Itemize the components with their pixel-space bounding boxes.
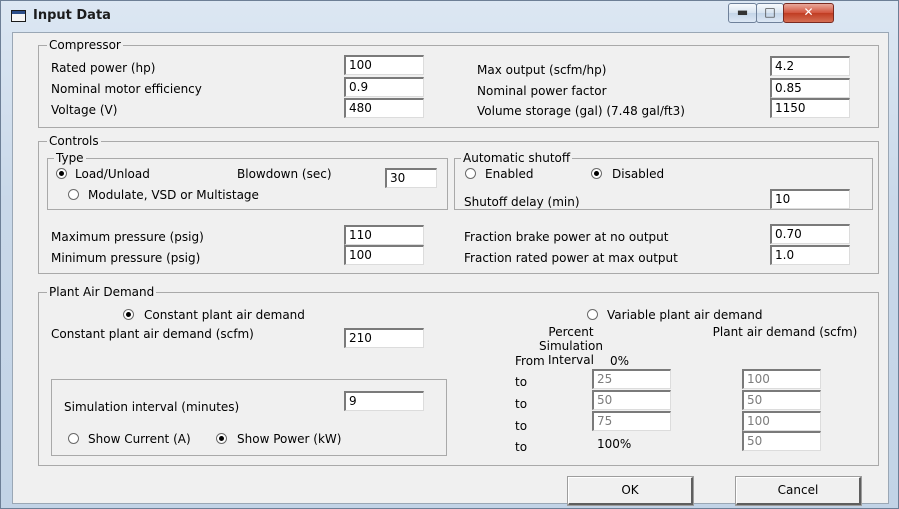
interval-row-1-label: to [515, 375, 528, 389]
shutoff-delay-label: Shutoff delay (min) [464, 195, 580, 209]
controls-group-label: Controls [47, 134, 101, 148]
constant-demand-label: Constant plant air demand (scfm) [51, 327, 254, 341]
interval-row-3-percent-field[interactable]: 75 [592, 411, 671, 431]
from-value: 0% [610, 354, 630, 368]
plant-air-demand-group-label: Plant Air Demand [47, 285, 157, 299]
auto-shutoff-subgroup-label: Automatic shutoff [461, 151, 573, 165]
interval-row-3-demand-field[interactable]: 100 [742, 411, 821, 431]
type-subgroup-label: Type [54, 151, 86, 165]
constant-demand-radio-label: Constant plant air demand [144, 308, 305, 322]
power-factor-field[interactable]: 0.85 [770, 78, 850, 98]
modulate-label: Modulate, VSD or Multistage [88, 188, 259, 202]
blowdown-field[interactable]: 30 [385, 168, 437, 188]
input-data-window: Input Data ▬ □ ✕ Compressor Rated power … [0, 0, 899, 509]
volume-storage-label: Volume storage (gal) (7.48 gal/ft3) [477, 104, 685, 118]
title-bar[interactable]: Input Data ▬ □ ✕ [1, 1, 898, 31]
show-power-radio[interactable] [216, 433, 227, 444]
window-app-icon [11, 10, 26, 22]
brake-power-label: Fraction brake power at no output [464, 230, 669, 244]
sim-interval-label: Simulation interval (minutes) [64, 400, 240, 414]
cancel-button[interactable]: Cancel [735, 476, 862, 506]
interval-row-2-label: to [515, 397, 528, 411]
shutoff-enabled-radio[interactable] [465, 168, 476, 179]
motor-efficiency-field[interactable]: 0.9 [344, 77, 424, 97]
power-factor-label: Nominal power factor [477, 84, 607, 98]
show-current-label: Show Current (A) [88, 432, 191, 446]
interval-row-4-label: to [515, 440, 528, 454]
rated-power-max-label: Fraction rated power at max output [464, 251, 678, 265]
plant-demand-header: Plant air demand (scfm) [712, 325, 858, 339]
modulate-radio[interactable] [68, 189, 79, 200]
close-button[interactable]: ✕ [783, 3, 834, 23]
interval-row-4-percent: 100% [597, 437, 632, 451]
maximize-button[interactable]: □ [756, 3, 784, 23]
brake-power-field[interactable]: 0.70 [770, 224, 850, 244]
interval-row-2-percent-field[interactable]: 50 [592, 390, 671, 410]
ok-button[interactable]: OK [567, 476, 694, 506]
variable-demand-radio[interactable] [587, 309, 598, 320]
from-label: From [515, 354, 545, 368]
shutoff-enabled-label: Enabled [485, 167, 534, 181]
max-output-label: Max output (scfm/hp) [477, 63, 607, 77]
show-power-label: Show Power (kW) [237, 432, 342, 446]
interval-row-2-demand-field[interactable]: 50 [742, 390, 821, 410]
shutoff-disabled-radio[interactable] [591, 168, 602, 179]
close-icon: ✕ [803, 5, 814, 19]
load-unload-label: Load/Unload [75, 167, 150, 181]
rated-power-label: Rated power (hp) [51, 61, 156, 75]
max-pressure-field[interactable]: 110 [344, 225, 424, 245]
load-unload-radio[interactable] [56, 168, 67, 179]
blowdown-label: Blowdown (sec) [237, 167, 332, 181]
compressor-group-label: Compressor [47, 38, 123, 52]
voltage-field[interactable]: 480 [344, 98, 424, 118]
min-pressure-label: Minimum pressure (psig) [51, 251, 201, 265]
max-output-field[interactable]: 4.2 [770, 56, 850, 76]
motor-efficiency-label: Nominal motor efficiency [51, 82, 202, 96]
max-pressure-label: Maximum pressure (psig) [51, 230, 204, 244]
interval-row-4-demand-field[interactable]: 50 [742, 431, 821, 451]
interval-row-1-demand-field[interactable]: 100 [742, 369, 821, 389]
interval-row-1-percent-field[interactable]: 25 [592, 369, 671, 389]
minimize-button[interactable]: ▬ [728, 3, 757, 23]
maximize-icon: □ [764, 5, 776, 19]
voltage-label: Voltage (V) [51, 103, 118, 117]
sim-interval-field[interactable]: 9 [344, 391, 424, 411]
constant-demand-radio[interactable] [123, 309, 134, 320]
dialog-client-area: Compressor Rated power (hp) 100 Nominal … [12, 32, 889, 506]
show-current-radio[interactable] [68, 433, 79, 444]
shutoff-delay-field[interactable]: 10 [770, 189, 850, 209]
minimize-icon: ▬ [736, 5, 749, 19]
shutoff-disabled-label: Disabled [612, 167, 665, 181]
rated-power-max-field[interactable]: 1.0 [770, 245, 850, 265]
variable-demand-radio-label: Variable plant air demand [607, 308, 763, 322]
constant-demand-field[interactable]: 210 [344, 328, 424, 348]
volume-storage-field[interactable]: 1150 [770, 98, 850, 118]
min-pressure-field[interactable]: 100 [344, 245, 424, 265]
rated-power-field[interactable]: 100 [344, 55, 424, 75]
interval-row-3-label: to [515, 419, 528, 433]
window-title: Input Data [33, 8, 111, 23]
